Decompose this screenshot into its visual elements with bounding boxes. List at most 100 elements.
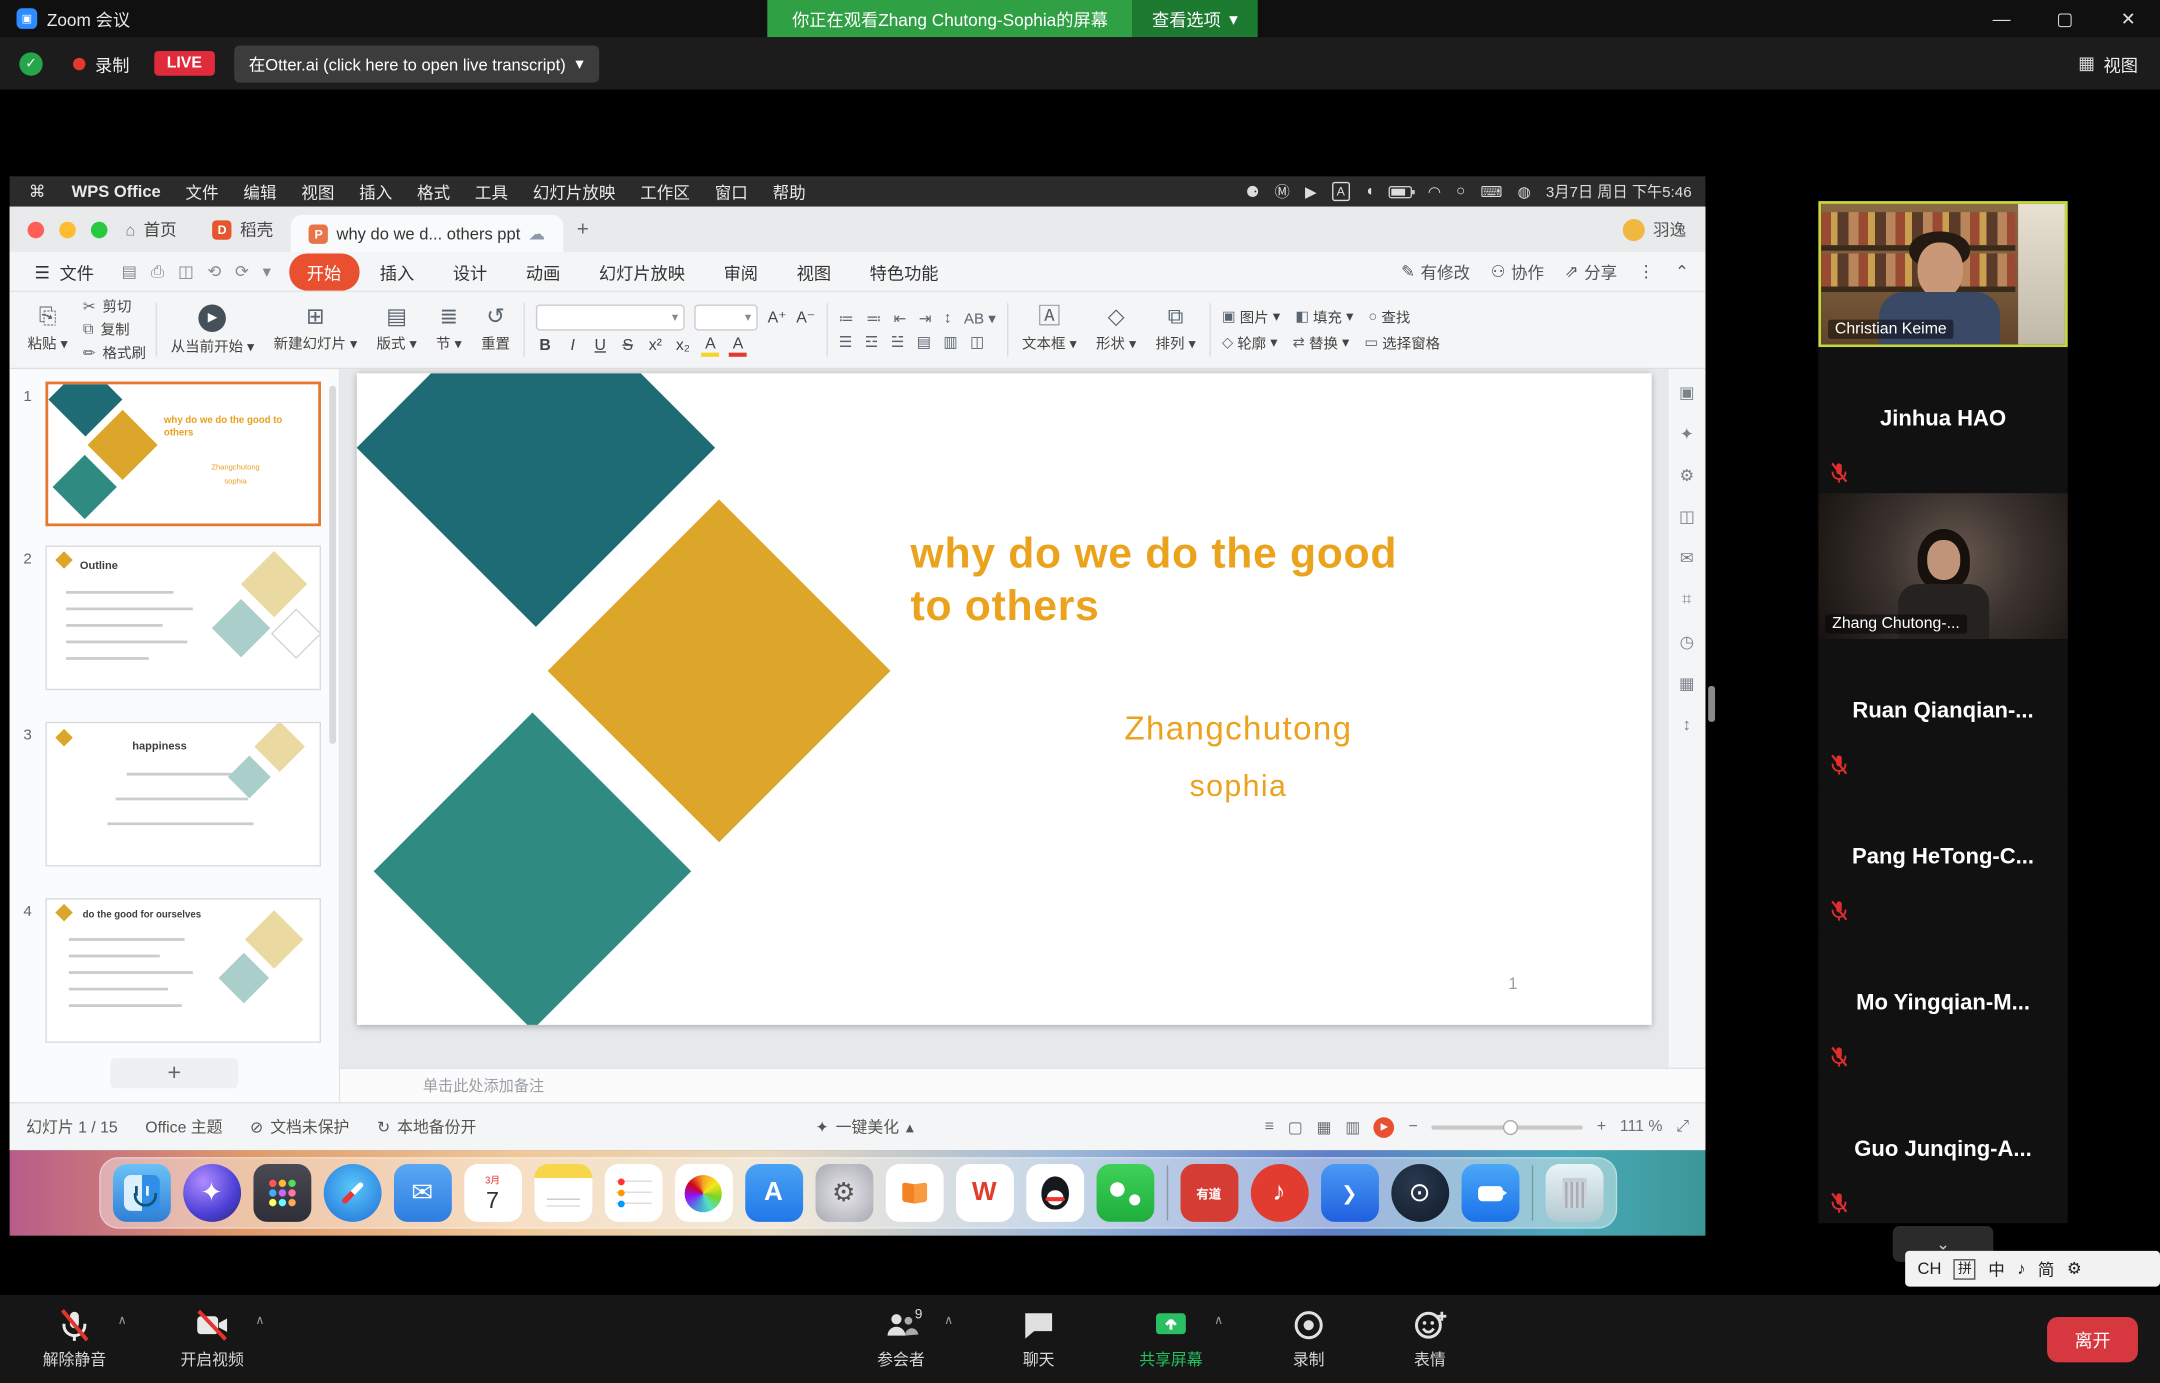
layout-button[interactable]: ▤ 版式 ▾ [367,298,427,363]
tab-document[interactable]: P why do we d... others ppt ☁ [291,215,563,252]
chevron-up-icon[interactable]: ∧ [118,1313,127,1328]
ribbon-tab-slideshow[interactable]: 幻灯片放映 [581,253,703,290]
underline-button[interactable]: U [591,338,609,355]
notes-view-icon[interactable]: ▥ [1345,1117,1360,1136]
menu-view[interactable]: 视图 [289,180,347,203]
zoom-percentage[interactable]: 111 % [1620,1119,1663,1136]
minimize-button[interactable]: — [1970,0,2033,37]
notes-bar[interactable]: 单击此处添加备注 [340,1068,1705,1102]
decrease-font-icon[interactable]: A⁻ [796,307,815,326]
finder-icon[interactable] [112,1164,170,1222]
picture-button[interactable]: ▣图片 ▾ [1222,307,1280,328]
wechat-icon[interactable] [1096,1164,1154,1222]
control-center-icon[interactable]: ◍ [1518,183,1531,201]
zoom-app-icon[interactable] [1461,1164,1519,1222]
participants-button[interactable]: 9 参会者 ∧ [843,1307,959,1370]
ime-simplified[interactable]: 简 [2038,1257,2055,1280]
menu-slideshow[interactable]: 幻灯片放映 [520,180,627,203]
highlight-color-button[interactable]: A [701,335,719,356]
font-family-select[interactable]: ▾ [536,304,685,330]
history-icon[interactable]: ◷ [1680,632,1694,651]
chevron-up-icon[interactable]: ∧ [255,1313,264,1328]
save-icon[interactable]: ▤ [122,261,138,282]
align-right-icon[interactable]: ☱ [891,333,905,351]
normal-view-icon[interactable]: ≡ [1265,1119,1274,1136]
close-button[interactable]: ✕ [2097,0,2160,37]
play-from-current-button[interactable]: ▶ 从当前开始 ▾ [161,298,264,363]
ime-settings-icon[interactable]: ⚙ [2067,1259,2082,1278]
siri-icon[interactable]: ✦ [183,1164,241,1222]
section-button[interactable]: ≣ 节 ▾ [426,298,471,363]
otter-transcript-button[interactable]: 在Otter.ai (click here to open live trans… [234,45,599,82]
ruler-icon[interactable]: ⌗ [1682,590,1691,611]
video-tile-zhang[interactable]: Zhang Chutong-... [1818,493,2067,639]
superscript-button[interactable]: x² [646,338,664,355]
menu-workspace[interactable]: 工作区 [628,180,702,203]
new-slide-button[interactable]: ⊞ 新建幻灯片 ▾ [264,298,367,363]
view-options-button[interactable]: 查看选项 ▾ [1133,0,1257,37]
arrange-button[interactable]: ⧉ 排列 ▾ [1146,298,1206,363]
apple-menu-icon[interactable]: ⌘ [10,182,60,201]
qq-icon[interactable] [1026,1164,1084,1222]
align-left-icon[interactable]: ☰ [839,333,853,351]
cut-button[interactable]: ✂剪切 [83,296,146,317]
zoom-in-icon[interactable]: + [1597,1119,1606,1136]
ime-chinese-mode[interactable]: 中 [1988,1257,2005,1280]
bold-button[interactable]: B [536,338,554,355]
trash-icon[interactable] [1545,1164,1603,1222]
participant-tile-pang[interactable]: Pang HeTong-C... [1818,785,2067,931]
netease-music-icon[interactable]: ♪ [1250,1164,1308,1222]
textbox-button[interactable]: 🄰 文本框 ▾ [1012,298,1086,363]
indent-icon[interactable]: ⇥ [919,309,932,327]
slideshow-play-icon[interactable]: ▶ [1374,1117,1395,1138]
slide-thumbnail-3[interactable]: happiness [45,722,321,867]
align-center-icon[interactable]: ☲ [865,333,879,351]
maximize-button[interactable]: ▢ [2033,0,2096,37]
reading-view-icon[interactable]: ▦ [1317,1117,1332,1136]
numbered-list-icon[interactable]: ≕ [866,309,881,327]
ime-pinyin[interactable]: 拼 [1954,1258,1976,1279]
selection-pane-button[interactable]: ▭选择窗格 [1364,333,1440,354]
record-button[interactable]: 录制 [1251,1307,1367,1370]
chevron-up-icon[interactable]: ∧ [944,1313,953,1328]
ribbon-tab-view[interactable]: 视图 [779,253,849,290]
ribbon-tab-design[interactable]: 设计 [435,253,505,290]
reactions-button[interactable]: 表情 [1372,1307,1488,1370]
slide-title[interactable]: why do we do the good to others [911,528,1398,633]
menu-insert[interactable]: 插入 [347,180,405,203]
slide-author-text[interactable]: Zhangchutong sophia [1066,711,1410,805]
replace-button[interactable]: ⇄替换 ▾ [1293,333,1350,354]
font-color-button[interactable]: A [729,335,747,356]
tab-docer[interactable]: D 稻壳 [195,207,291,252]
participant-tile-mo[interactable]: Mo Yingqian-M... [1818,931,2067,1077]
columns-icon[interactable]: ◫ [970,333,984,351]
ribbon-tab-animation[interactable]: 动画 [508,253,578,290]
outline-button[interactable]: ◇轮廓 ▾ [1222,333,1278,354]
share-screen-button[interactable]: 共享屏幕 ∧ [1113,1307,1229,1370]
fill-button[interactable]: ◧填充 ▾ [1295,307,1353,328]
menu-format[interactable]: 格式 [405,180,463,203]
beautify-button[interactable]: ✦一键美化▴ [816,1116,914,1138]
zoom-slider-handle[interactable] [1503,1119,1518,1134]
reset-button[interactable]: ↺ 重置 [471,298,519,363]
menu-file[interactable]: 文件 [173,180,231,203]
undo-icon[interactable]: ⟲ [207,261,221,282]
text-direction-icon[interactable]: AB ▾ [964,309,996,327]
print-icon[interactable]: ⎙ [151,261,164,282]
collapse-ribbon-icon[interactable]: ⌃ [1675,262,1689,281]
font-size-select[interactable]: ▾ [695,304,758,330]
chat-button[interactable]: 聊天 [981,1307,1097,1370]
thumbnail-scrollbar[interactable] [329,386,336,744]
fullscreen-icon[interactable]: ⤢ [1676,1118,1689,1136]
view-layout-button[interactable]: ▦ 视图 [2078,50,2138,76]
minimize-traffic-light[interactable] [59,221,76,238]
menu-edit[interactable]: 编辑 [231,180,289,203]
italic-button[interactable]: I [564,338,582,355]
leave-meeting-button[interactable]: 离开 [2047,1317,2138,1362]
theme-name[interactable]: Office 主题 [145,1116,222,1138]
new-tab-button[interactable]: + [563,218,603,241]
ribbon-tab-review[interactable]: 审阅 [706,253,776,290]
settings-icon[interactable]: ⚙ [815,1164,873,1222]
ime-toolbar[interactable]: CH 拼 中 ♪ 简 ⚙ [1905,1251,2160,1287]
bullet-list-icon[interactable]: ≔ [839,309,854,327]
